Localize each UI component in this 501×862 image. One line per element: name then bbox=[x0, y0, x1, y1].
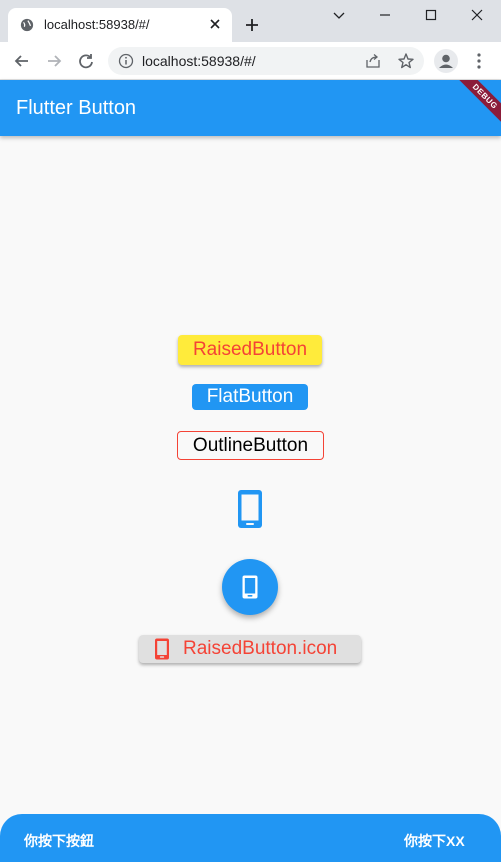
raised-icon-button-label: RaisedButton.icon bbox=[183, 638, 338, 659]
browser-toolbar: localhost:58938/#/ bbox=[0, 42, 501, 80]
phone-android-icon[interactable] bbox=[234, 488, 266, 530]
address-bar[interactable]: localhost:58938/#/ bbox=[108, 47, 424, 75]
info-icon[interactable] bbox=[118, 53, 134, 69]
minimize-icon[interactable] bbox=[376, 8, 394, 22]
phone-android-icon bbox=[155, 638, 169, 660]
reload-icon[interactable] bbox=[76, 51, 96, 71]
phone-android-icon bbox=[242, 575, 258, 599]
flat-button[interactable]: FlatButton bbox=[192, 384, 308, 410]
browser-tab[interactable]: localhost:58938/#/ bbox=[8, 8, 232, 42]
bottom-left-button[interactable]: 你按下按鈕 bbox=[24, 831, 94, 851]
page-title: Flutter Button bbox=[16, 97, 137, 119]
debug-banner: DEBUG bbox=[452, 80, 501, 130]
globe-icon bbox=[20, 18, 34, 32]
maximize-icon[interactable] bbox=[422, 8, 440, 22]
app-bar: Flutter Button DEBUG bbox=[0, 80, 501, 136]
browser-tabstrip: localhost:58938/#/ bbox=[0, 0, 501, 42]
back-arrow-icon[interactable] bbox=[12, 51, 32, 71]
bottom-app-bar: 你按下按鈕 你按下XX bbox=[0, 814, 501, 862]
raised-button[interactable]: RaisedButton bbox=[178, 335, 322, 365]
more-menu-icon[interactable] bbox=[476, 52, 482, 70]
raised-icon-button[interactable]: RaisedButton.icon bbox=[139, 635, 361, 663]
window-close-icon[interactable] bbox=[468, 8, 486, 22]
tab-title: localhost:58938/#/ bbox=[44, 17, 150, 32]
outline-button[interactable]: OutlineButton bbox=[177, 431, 324, 460]
profile-avatar-icon[interactable] bbox=[434, 49, 458, 73]
star-icon[interactable] bbox=[397, 52, 415, 70]
chevron-down-icon[interactable] bbox=[330, 8, 348, 22]
floating-action-button[interactable] bbox=[222, 559, 278, 615]
new-tab-icon[interactable] bbox=[244, 17, 260, 33]
bottom-right-button[interactable]: 你按下XX bbox=[404, 831, 465, 851]
close-icon[interactable] bbox=[208, 17, 222, 31]
share-icon[interactable] bbox=[365, 53, 381, 69]
forward-arrow-icon[interactable] bbox=[44, 51, 64, 71]
url-text: localhost:58938/#/ bbox=[142, 53, 256, 69]
